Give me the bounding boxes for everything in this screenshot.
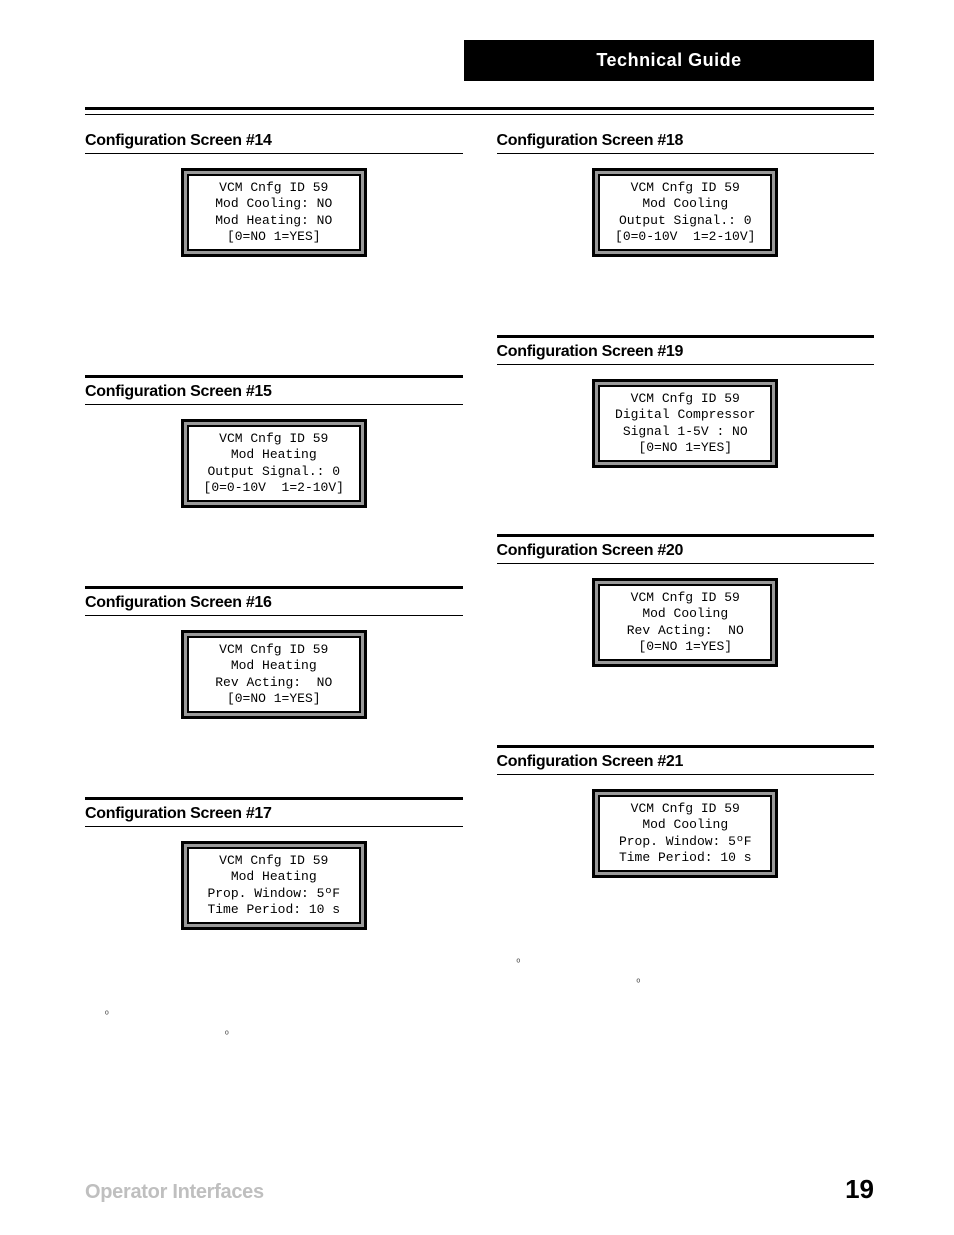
lcd-screen-18: VCM Cnfg ID 59 Mod Cooling Output Signal… [592, 168, 778, 257]
rule [497, 335, 875, 338]
right-column: Configuration Screen #18 VCM Cnfg ID 59 … [497, 129, 875, 1040]
footer-section-label: Operator Interfaces [85, 1181, 264, 1204]
degree-mark: º [225, 1030, 229, 1041]
stray-marks-right: º º [497, 958, 875, 988]
top-double-rule [85, 107, 874, 115]
columns: Configuration Screen #14 VCM Cnfg ID 59 … [85, 129, 874, 1040]
degree-mark: º [637, 978, 641, 989]
rule [497, 745, 875, 748]
section-title-20: Configuration Screen #20 [497, 539, 875, 564]
left-column: Configuration Screen #14 VCM Cnfg ID 59 … [85, 129, 463, 1040]
lcd-screen-16: VCM Cnfg ID 59 Mod Heating Rev Acting: N… [181, 630, 367, 719]
section-title-16: Configuration Screen #16 [85, 591, 463, 616]
lcd-screen-14: VCM Cnfg ID 59 Mod Cooling: NO Mod Heati… [181, 168, 367, 257]
lcd-screen-20: VCM Cnfg ID 59 Mod Cooling Rev Acting: N… [592, 578, 778, 667]
header-title: Technical Guide [596, 50, 741, 70]
stray-marks-left: º º [85, 1010, 463, 1040]
spacer [85, 737, 463, 797]
spacer [497, 486, 875, 534]
lcd-screen-17: VCM Cnfg ID 59 Mod Heating Prop. Window:… [181, 841, 367, 930]
lcd-screen-21: VCM Cnfg ID 59 Mod Cooling Prop. Window:… [592, 789, 778, 878]
lcd-screen-15: VCM Cnfg ID 59 Mod Heating Output Signal… [181, 419, 367, 508]
section-title-18: Configuration Screen #18 [497, 129, 875, 154]
section-title-21: Configuration Screen #21 [497, 750, 875, 775]
rule [85, 375, 463, 378]
spacer [497, 275, 875, 335]
section-title-15: Configuration Screen #15 [85, 380, 463, 405]
section-title-17: Configuration Screen #17 [85, 802, 463, 827]
spacer [85, 275, 463, 375]
spacer [85, 526, 463, 586]
rule [85, 586, 463, 589]
rule [85, 797, 463, 800]
lcd-screen-19: VCM Cnfg ID 59 Digital Compressor Signal… [592, 379, 778, 468]
footer-page-number: 19 [845, 1174, 874, 1205]
degree-mark: º [105, 1010, 109, 1021]
header-title-bar: Technical Guide [464, 40, 874, 81]
spacer [497, 685, 875, 745]
rule [497, 534, 875, 537]
section-title-14: Configuration Screen #14 [85, 129, 463, 154]
section-title-19: Configuration Screen #19 [497, 340, 875, 365]
degree-mark: º [517, 958, 521, 969]
page-footer: Operator Interfaces 19 [85, 1174, 874, 1205]
